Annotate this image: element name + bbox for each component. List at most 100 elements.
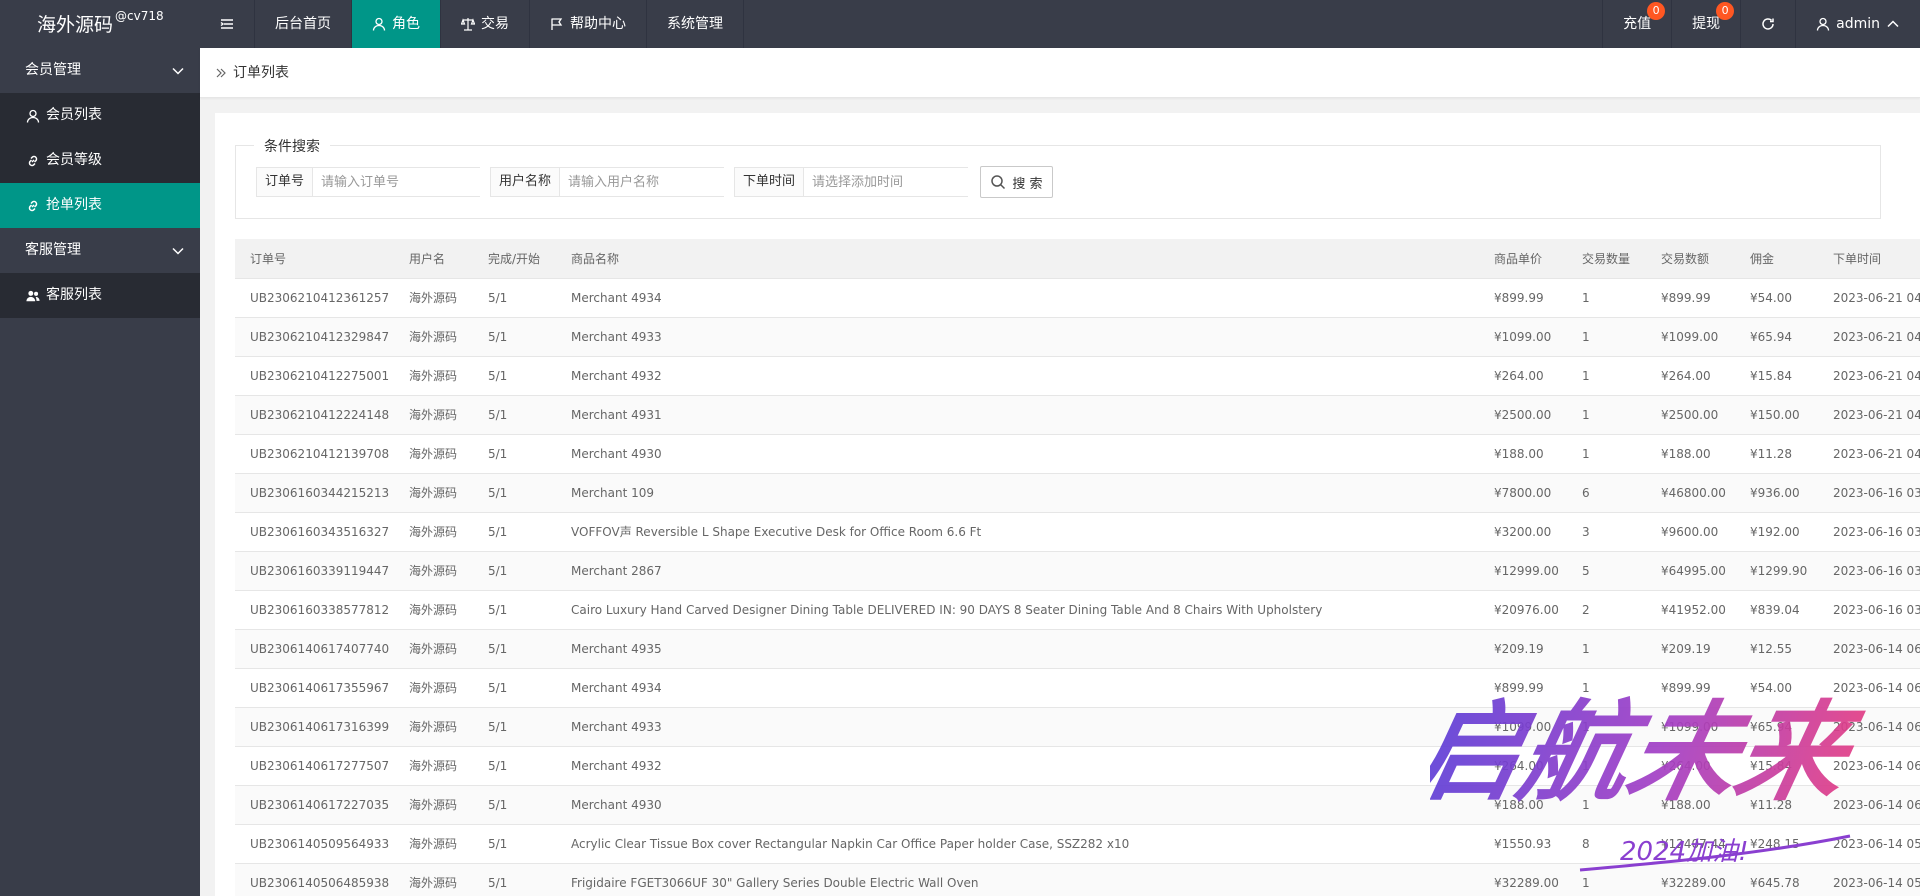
table-cell: 海外源码 <box>394 746 473 786</box>
user-name: admin <box>1836 16 1880 32</box>
table-cell: 6 <box>1567 473 1646 513</box>
table-cell: Merchant 4934 <box>556 668 1479 708</box>
sidebar-item-label: 客服列表 <box>46 287 102 303</box>
table-cell: ¥1099.00 <box>1646 707 1735 747</box>
table-cell: ¥15.84 <box>1735 746 1818 786</box>
table-cell: Frigidaire FGET3066UF 30" Gallery Series… <box>556 863 1479 896</box>
recharge-button[interactable]: 充值 0 <box>1602 0 1671 48</box>
table-cell: 2023-06-21 04 <box>1818 395 1920 435</box>
table-cell: 5/1 <box>473 629 556 669</box>
table-cell: 5/1 <box>473 317 556 357</box>
order-number-input[interactable] <box>313 168 484 196</box>
sidebar-item-grab-orders[interactable]: 抢单列表 <box>0 183 200 228</box>
sidebar-item-member-level[interactable]: 会员等级 <box>0 138 200 183</box>
table-cell: UB2306140617316399 <box>235 707 394 747</box>
search-button[interactable]: 搜 索 <box>980 166 1053 198</box>
nav-trade[interactable]: 交易 <box>441 0 530 48</box>
table-cell: 5/1 <box>473 824 556 864</box>
nav-home[interactable]: 后台首页 <box>255 0 352 48</box>
search-form: 条件搜索 订单号 用户名称 下单时间 搜 索 <box>235 136 1881 219</box>
nav-role[interactable]: 角色 <box>352 0 441 48</box>
table-cell: 海外源码 <box>394 512 473 552</box>
table-cell: ¥899.99 <box>1479 668 1567 708</box>
table-cell: ¥1099.00 <box>1479 317 1567 357</box>
table-cell: ¥65.94 <box>1735 317 1818 357</box>
table-row: UB2306210412361257 海外源码 5/1 Merchant 4934 ¥8… <box>235 278 1920 318</box>
table-cell: 5/1 <box>473 473 556 513</box>
table-cell: 海外源码 <box>394 629 473 669</box>
users-icon <box>26 290 40 301</box>
table-cell: 2023-06-16 03 <box>1818 512 1920 552</box>
nav-home-label: 后台首页 <box>275 16 331 32</box>
table-cell: 海外源码 <box>394 278 473 318</box>
nav-help[interactable]: 帮助中心 <box>530 0 647 48</box>
sidebar-item-support-list[interactable]: 客服列表 <box>0 273 200 318</box>
table-row: UB2306160338577812 海外源码 5/1 Cairo Luxury Ha… <box>235 590 1920 630</box>
user-menu[interactable]: admin <box>1795 0 1920 48</box>
table-row: UB2306140617227035 海外源码 5/1 Merchant 4930 ¥1… <box>235 785 1920 825</box>
table-cell: UB2306140617355967 <box>235 668 394 708</box>
sidebar-group-support[interactable]: 客服管理 <box>0 228 200 273</box>
table-row: UB2306160343516327 海外源码 5/1 VOFFOV声 Reversi… <box>235 512 1920 552</box>
scale-icon <box>461 18 475 31</box>
main-content: 订单列表 条件搜索 订单号 用户名称 下单时间 搜 索 <box>200 48 1920 896</box>
table-cell: 海外源码 <box>394 434 473 474</box>
nav-system[interactable]: 系统管理 <box>647 0 744 48</box>
table-cell: 2023-06-14 06 <box>1818 746 1920 786</box>
refresh-button[interactable] <box>1740 0 1795 48</box>
table-cell: ¥20976.00 <box>1479 590 1567 630</box>
table-cell: 5/1 <box>473 551 556 591</box>
table-cell: 2023-06-14 06 <box>1818 785 1920 825</box>
table-cell: 1 <box>1567 668 1646 708</box>
sidebar-group-members[interactable]: 会员管理 <box>0 48 200 93</box>
table-cell: 5 <box>1567 551 1646 591</box>
table-cell: UB2306160339119447 <box>235 551 394 591</box>
table-cell: ¥899.99 <box>1646 668 1735 708</box>
table-cell: 2023-06-14 06 <box>1818 707 1920 747</box>
breadcrumb-current: 订单列表 <box>233 64 289 81</box>
order-time-input[interactable] <box>804 168 973 196</box>
withdraw-button[interactable]: 提现 0 <box>1671 0 1740 48</box>
table-cell: 1 <box>1567 395 1646 435</box>
table-cell: 3 <box>1567 512 1646 552</box>
table-cell: Merchant 2867 <box>556 551 1479 591</box>
breadcrumb: 订单列表 <box>200 48 1920 98</box>
table-header-row: 订单号 用户名 完成/开始 商品名称 商品单价 交易数量 交易数额 佣金 下单时间 <box>235 239 1920 279</box>
table-cell: UB2306210412329847 <box>235 317 394 357</box>
withdraw-badge: 0 <box>1716 2 1735 20</box>
column-header: 用户名 <box>394 239 473 279</box>
table-cell: ¥264.00 <box>1479 746 1567 786</box>
column-header: 下单时间 <box>1818 239 1920 279</box>
table-cell: ¥1299.90 <box>1735 551 1818 591</box>
table-cell: ¥645.78 <box>1735 863 1818 896</box>
sidebar-item-member-list[interactable]: 会员列表 <box>0 93 200 138</box>
table-cell: ¥209.19 <box>1646 629 1735 669</box>
menu-toggle-button[interactable] <box>200 0 255 48</box>
table-cell: ¥150.00 <box>1735 395 1818 435</box>
nav-help-label: 帮助中心 <box>570 16 626 32</box>
table-cell: 5/1 <box>473 785 556 825</box>
table-cell: 1 <box>1567 356 1646 396</box>
table-cell: 5/1 <box>473 668 556 708</box>
username-input[interactable] <box>560 168 729 196</box>
table-cell: ¥12407.44 <box>1646 824 1735 864</box>
table-body: UB2306210412361257 海外源码 5/1 Merchant 4934 ¥8… <box>235 278 1920 896</box>
table-cell: Merchant 4933 <box>556 317 1479 357</box>
order-time-label: 下单时间 <box>735 168 805 196</box>
table-cell: 1 <box>1567 863 1646 896</box>
sidebar-group-label: 会员管理 <box>25 62 81 78</box>
table-row: UB2306210412275001 海外源码 5/1 Merchant 4932 ¥2… <box>235 356 1920 396</box>
table-cell: 海外源码 <box>394 551 473 591</box>
nav-system-label: 系统管理 <box>667 16 723 32</box>
table-cell: UB2306140617407740 <box>235 629 394 669</box>
table-row: UB2306140506485938 海外源码 5/1 Frigidaire FGET… <box>235 863 1920 896</box>
table-cell: ¥1099.00 <box>1646 317 1735 357</box>
table-cell: ¥3200.00 <box>1479 512 1567 552</box>
content-panel: 条件搜索 订单号 用户名称 下单时间 搜 索 <box>215 113 1920 896</box>
table-row: UB2306160339119447 海外源码 5/1 Merchant 2867 ¥1… <box>235 551 1920 591</box>
table-cell: 1 <box>1567 629 1646 669</box>
table-row: UB2306210412224148 海外源码 5/1 Merchant 4931 ¥2… <box>235 395 1920 435</box>
table-cell: ¥1099.00 <box>1479 707 1567 747</box>
table-cell: 海外源码 <box>394 863 473 896</box>
table-cell: ¥248.15 <box>1735 824 1818 864</box>
